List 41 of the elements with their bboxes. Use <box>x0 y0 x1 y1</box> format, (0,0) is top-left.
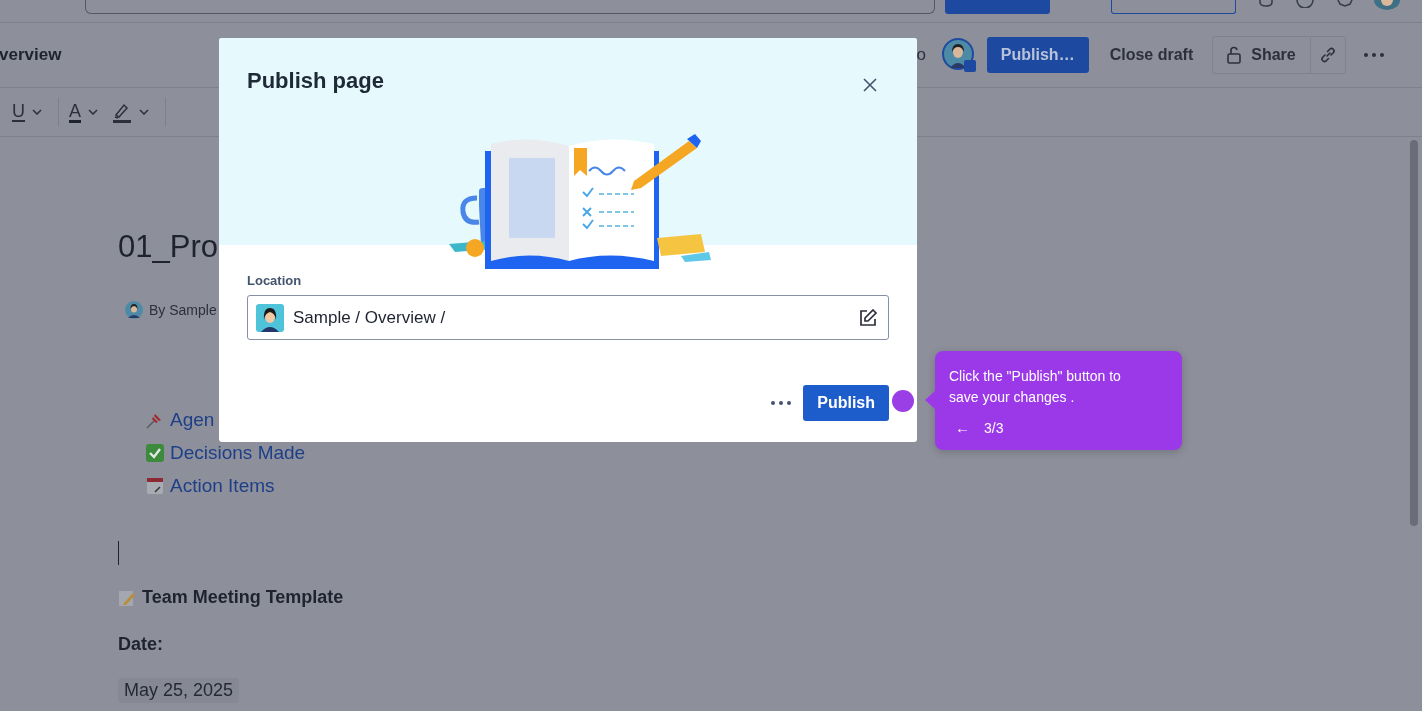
more-icon[interactable] <box>771 401 792 405</box>
back-button[interactable]: ← <box>949 419 970 436</box>
text-color-button[interactable]: A <box>65 101 102 123</box>
dialog-title: Publish page <box>247 68 384 94</box>
location-label: Location <box>247 273 303 288</box>
avatar-icon[interactable] <box>1374 0 1400 10</box>
publish-button[interactable]: Publish… <box>986 37 1089 73</box>
avatar-icon[interactable] <box>941 38 976 72</box>
memo-icon <box>118 588 136 607</box>
link[interactable]: Decisions Made <box>170 442 306 464</box>
edit-icon[interactable] <box>858 307 878 328</box>
step-counter: 3/3 <box>984 419 1004 436</box>
tooltip-text: Click the "Publish" button to save your changes . <box>949 367 1122 407</box>
section-heading: Team Meeting Template <box>142 587 344 608</box>
document-title: 01_Pro <box>118 229 218 265</box>
close-draft-button[interactable]: Close draft <box>1096 40 1207 70</box>
date-chip: May 25, 2025 <box>118 678 240 703</box>
collaborator-name: o <box>916 45 926 65</box>
link-icon <box>1318 46 1337 64</box>
highlighter-icon <box>112 101 132 123</box>
date-label: Date: <box>118 634 163 655</box>
avatar-icon <box>125 301 143 319</box>
link[interactable]: Action Items <box>170 475 275 497</box>
unlock-icon <box>1227 46 1242 64</box>
avatar-icon <box>256 303 284 332</box>
scrollbar[interactable] <box>1410 140 1418 526</box>
underline-button[interactable]: U <box>8 102 46 122</box>
calendar-icon <box>146 477 164 495</box>
pin-icon <box>146 411 164 429</box>
check-icon <box>146 444 164 462</box>
link[interactable]: Agen <box>170 409 215 431</box>
location-field[interactable]: Sample / Overview / <box>247 295 889 340</box>
more-icon[interactable] <box>1363 53 1384 57</box>
chevron-icon <box>88 109 98 115</box>
upgrade-button[interactable] <box>1111 0 1236 14</box>
close-icon[interactable] <box>863 78 877 92</box>
chevron-icon <box>32 109 42 115</box>
author-byline: By Sample <box>149 302 217 318</box>
publish-button[interactable]: Publish <box>803 385 889 421</box>
search-field[interactable] <box>85 0 935 14</box>
chevron-icon <box>139 109 149 115</box>
